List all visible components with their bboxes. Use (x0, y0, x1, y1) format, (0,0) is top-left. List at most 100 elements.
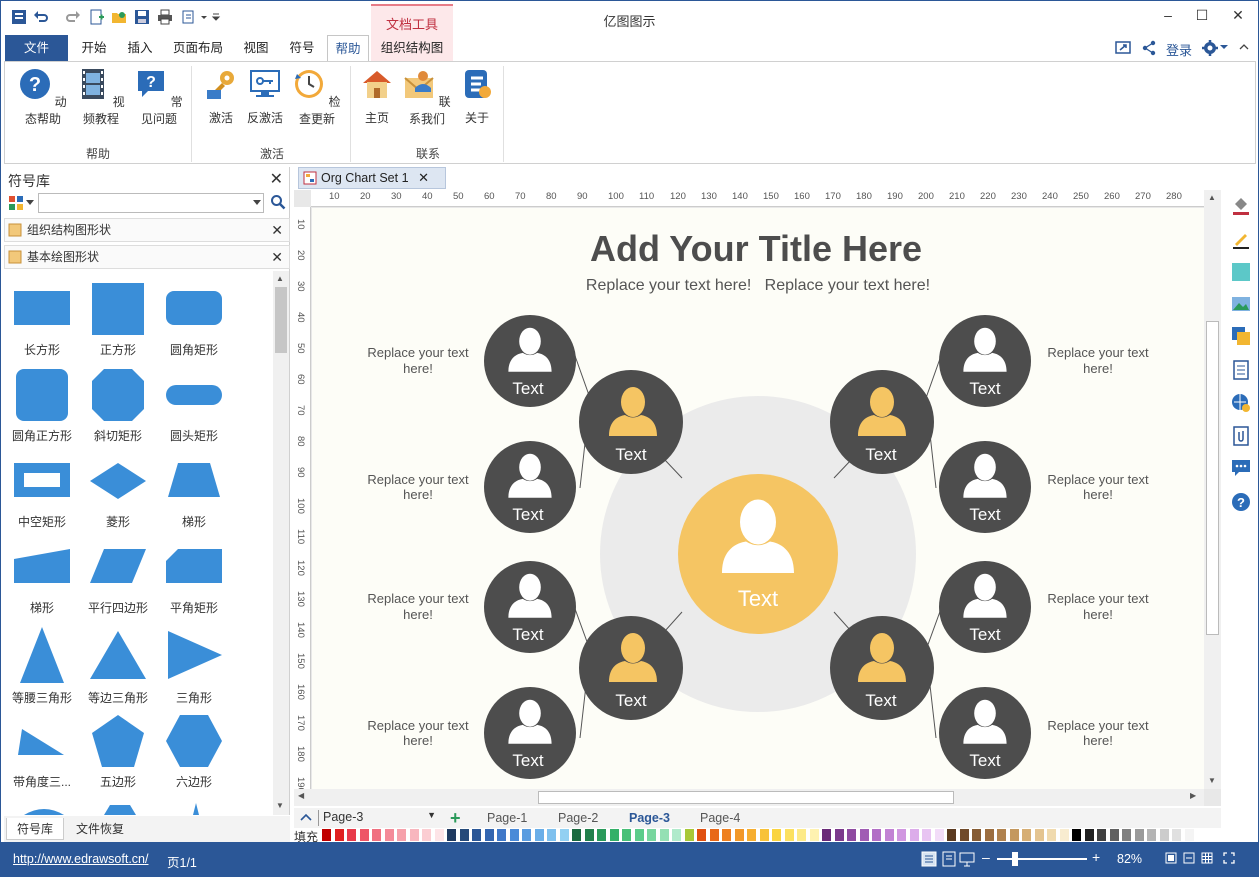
drawing-canvas[interactable]: Add Your Title Here Replace your text he… (312, 208, 1204, 789)
scroll-down-arrow[interactable]: ▼ (1208, 776, 1216, 785)
palette-swatch[interactable] (822, 829, 831, 841)
palette-swatch[interactable] (847, 829, 856, 841)
contact-us-button[interactable]: 联系我们 (399, 68, 455, 127)
palette-swatch[interactable] (522, 829, 531, 841)
palette-swatch[interactable] (472, 829, 481, 841)
shape-trapezoid-2[interactable]: 梯形 (4, 541, 80, 616)
right-upper-manager-node[interactable]: Text (830, 370, 934, 474)
right-text-1[interactable]: Replace your texthere! (1047, 345, 1149, 376)
document-tab[interactable]: Org Chart Set 1 ✕ (298, 167, 446, 189)
library-menu-dropdown-icon[interactable] (26, 200, 34, 206)
maximize-button[interactable]: ☐ (1187, 7, 1217, 27)
hyperlink-globe-icon[interactable] (1231, 393, 1251, 413)
shape-flat-corner-rectangle[interactable]: 平角矩形 (156, 541, 232, 616)
palette-swatch[interactable] (809, 829, 819, 841)
palette-swatch[interactable] (722, 829, 731, 841)
palette-swatch[interactable] (1147, 829, 1156, 841)
scroll-down-arrow[interactable]: ▼ (276, 801, 286, 810)
palette-swatch[interactable] (697, 829, 706, 841)
left-node-3[interactable]: Text (484, 561, 576, 653)
palette-swatch[interactable] (734, 829, 744, 841)
tab-view[interactable]: 视图 (235, 35, 277, 61)
palette-swatch[interactable] (922, 829, 931, 841)
settings-dropdown-icon[interactable] (1220, 43, 1228, 51)
palette-swatch[interactable] (947, 829, 956, 841)
palette-swatch[interactable] (1097, 829, 1106, 841)
palette-swatch[interactable] (609, 829, 619, 841)
palette-swatch[interactable] (1109, 829, 1119, 841)
palette-swatch[interactable] (759, 829, 769, 841)
library-scrollbar[interactable]: ▲ ▼ (273, 271, 289, 815)
collapse-ribbon-icon[interactable] (1239, 42, 1249, 52)
right-node-1[interactable]: Text (939, 315, 1031, 407)
library-close-button[interactable]: ✕ (270, 169, 283, 189)
palette-swatch[interactable] (597, 829, 606, 841)
share-screen-icon[interactable] (1115, 40, 1131, 56)
left-text-1[interactable]: Replace your texthere! (367, 345, 469, 376)
palette-swatch[interactable] (509, 829, 519, 841)
tab-insert[interactable]: 插入 (119, 35, 161, 61)
page-view-icon[interactable] (941, 851, 957, 867)
right-text-2[interactable]: Replace your texthere! (1047, 472, 1149, 502)
page-tab-4[interactable]: Page-4 (700, 811, 740, 825)
palette-swatch[interactable] (547, 829, 556, 841)
palette-swatch[interactable] (1072, 829, 1081, 841)
palette-swatch[interactable] (1034, 829, 1044, 841)
grid-icon[interactable] (1201, 852, 1213, 864)
comment-icon[interactable] (1231, 458, 1251, 478)
canvas-hscroll-thumb[interactable] (538, 791, 954, 804)
palette-swatch[interactable] (422, 829, 431, 841)
shape-parallelogram[interactable]: 平行四边形 (80, 541, 156, 616)
zoom-slider[interactable] (997, 858, 1087, 860)
library-menu-icon[interactable] (8, 195, 24, 211)
close-category-button[interactable]: ✕ (271, 219, 283, 241)
search-dropdown-icon[interactable] (253, 200, 261, 206)
palette-swatch[interactable] (897, 829, 906, 841)
add-page-button[interactable]: + (450, 808, 461, 829)
diagram-subtitle[interactable]: Replace your text here! Replace your tex… (586, 277, 930, 294)
tab-file[interactable]: 文件 (5, 35, 68, 61)
right-lower-manager-node[interactable]: Text (830, 616, 934, 720)
left-lower-manager-node[interactable]: Text (579, 616, 683, 720)
palette-swatch[interactable] (397, 829, 406, 841)
left-node-4[interactable]: Text (484, 687, 576, 779)
zoom-slider-handle[interactable] (1012, 852, 1018, 866)
shape-partial-3[interactable] (166, 803, 226, 815)
palette-swatch[interactable] (872, 829, 881, 841)
palette-swatch[interactable] (384, 829, 394, 841)
page-properties-icon[interactable] (1231, 360, 1251, 380)
library-search-input[interactable] (38, 193, 264, 213)
shape-diamond[interactable]: 菱形 (80, 455, 156, 530)
minimize-button[interactable]: – (1153, 7, 1183, 27)
palette-swatch[interactable] (884, 829, 894, 841)
palette-swatch[interactable] (1047, 829, 1056, 841)
palette-swatch[interactable] (372, 829, 381, 841)
right-text-4[interactable]: Replace your texthere! (1047, 718, 1149, 748)
layers-icon[interactable] (1231, 326, 1251, 346)
palette-swatch[interactable] (859, 829, 869, 841)
video-tutorial-button[interactable]: 视频教程 (73, 68, 129, 127)
palette-swatch[interactable] (997, 829, 1006, 841)
canvas-horizontal-scrollbar[interactable]: ◀ ▶ (294, 789, 1204, 806)
shape-square[interactable]: 正方形 (80, 283, 156, 358)
palette-swatch[interactable] (909, 829, 919, 841)
about-button[interactable]: 关于 (457, 68, 497, 126)
palette-swatch[interactable] (1172, 829, 1181, 841)
left-text-4[interactable]: Replace your texthere! (367, 718, 469, 748)
help-icon[interactable]: ? (1231, 492, 1251, 512)
palette-swatch[interactable] (747, 829, 756, 841)
palette-swatch[interactable] (409, 829, 419, 841)
category-org-chart-shapes[interactable]: 组织结构图形状 ✕ (4, 218, 290, 242)
shape-rounded-rectangle[interactable]: 圆角矩形 (156, 283, 232, 358)
tab-org-chart[interactable]: 组织结构图 (371, 35, 453, 61)
right-text-3[interactable]: Replace your texthere! (1047, 591, 1149, 622)
tab-help[interactable]: 帮助 (327, 35, 369, 61)
scroll-up-arrow[interactable]: ▲ (276, 274, 286, 283)
check-update-button[interactable]: 检查更新 (289, 68, 345, 127)
palette-swatch[interactable] (984, 829, 994, 841)
right-node-2[interactable]: Text (939, 441, 1031, 533)
gear-icon[interactable] (1201, 39, 1219, 57)
palette-swatch[interactable] (497, 829, 506, 841)
tab-symbol-library[interactable]: 符号库 (6, 818, 65, 840)
share-icon[interactable] (1141, 40, 1157, 56)
